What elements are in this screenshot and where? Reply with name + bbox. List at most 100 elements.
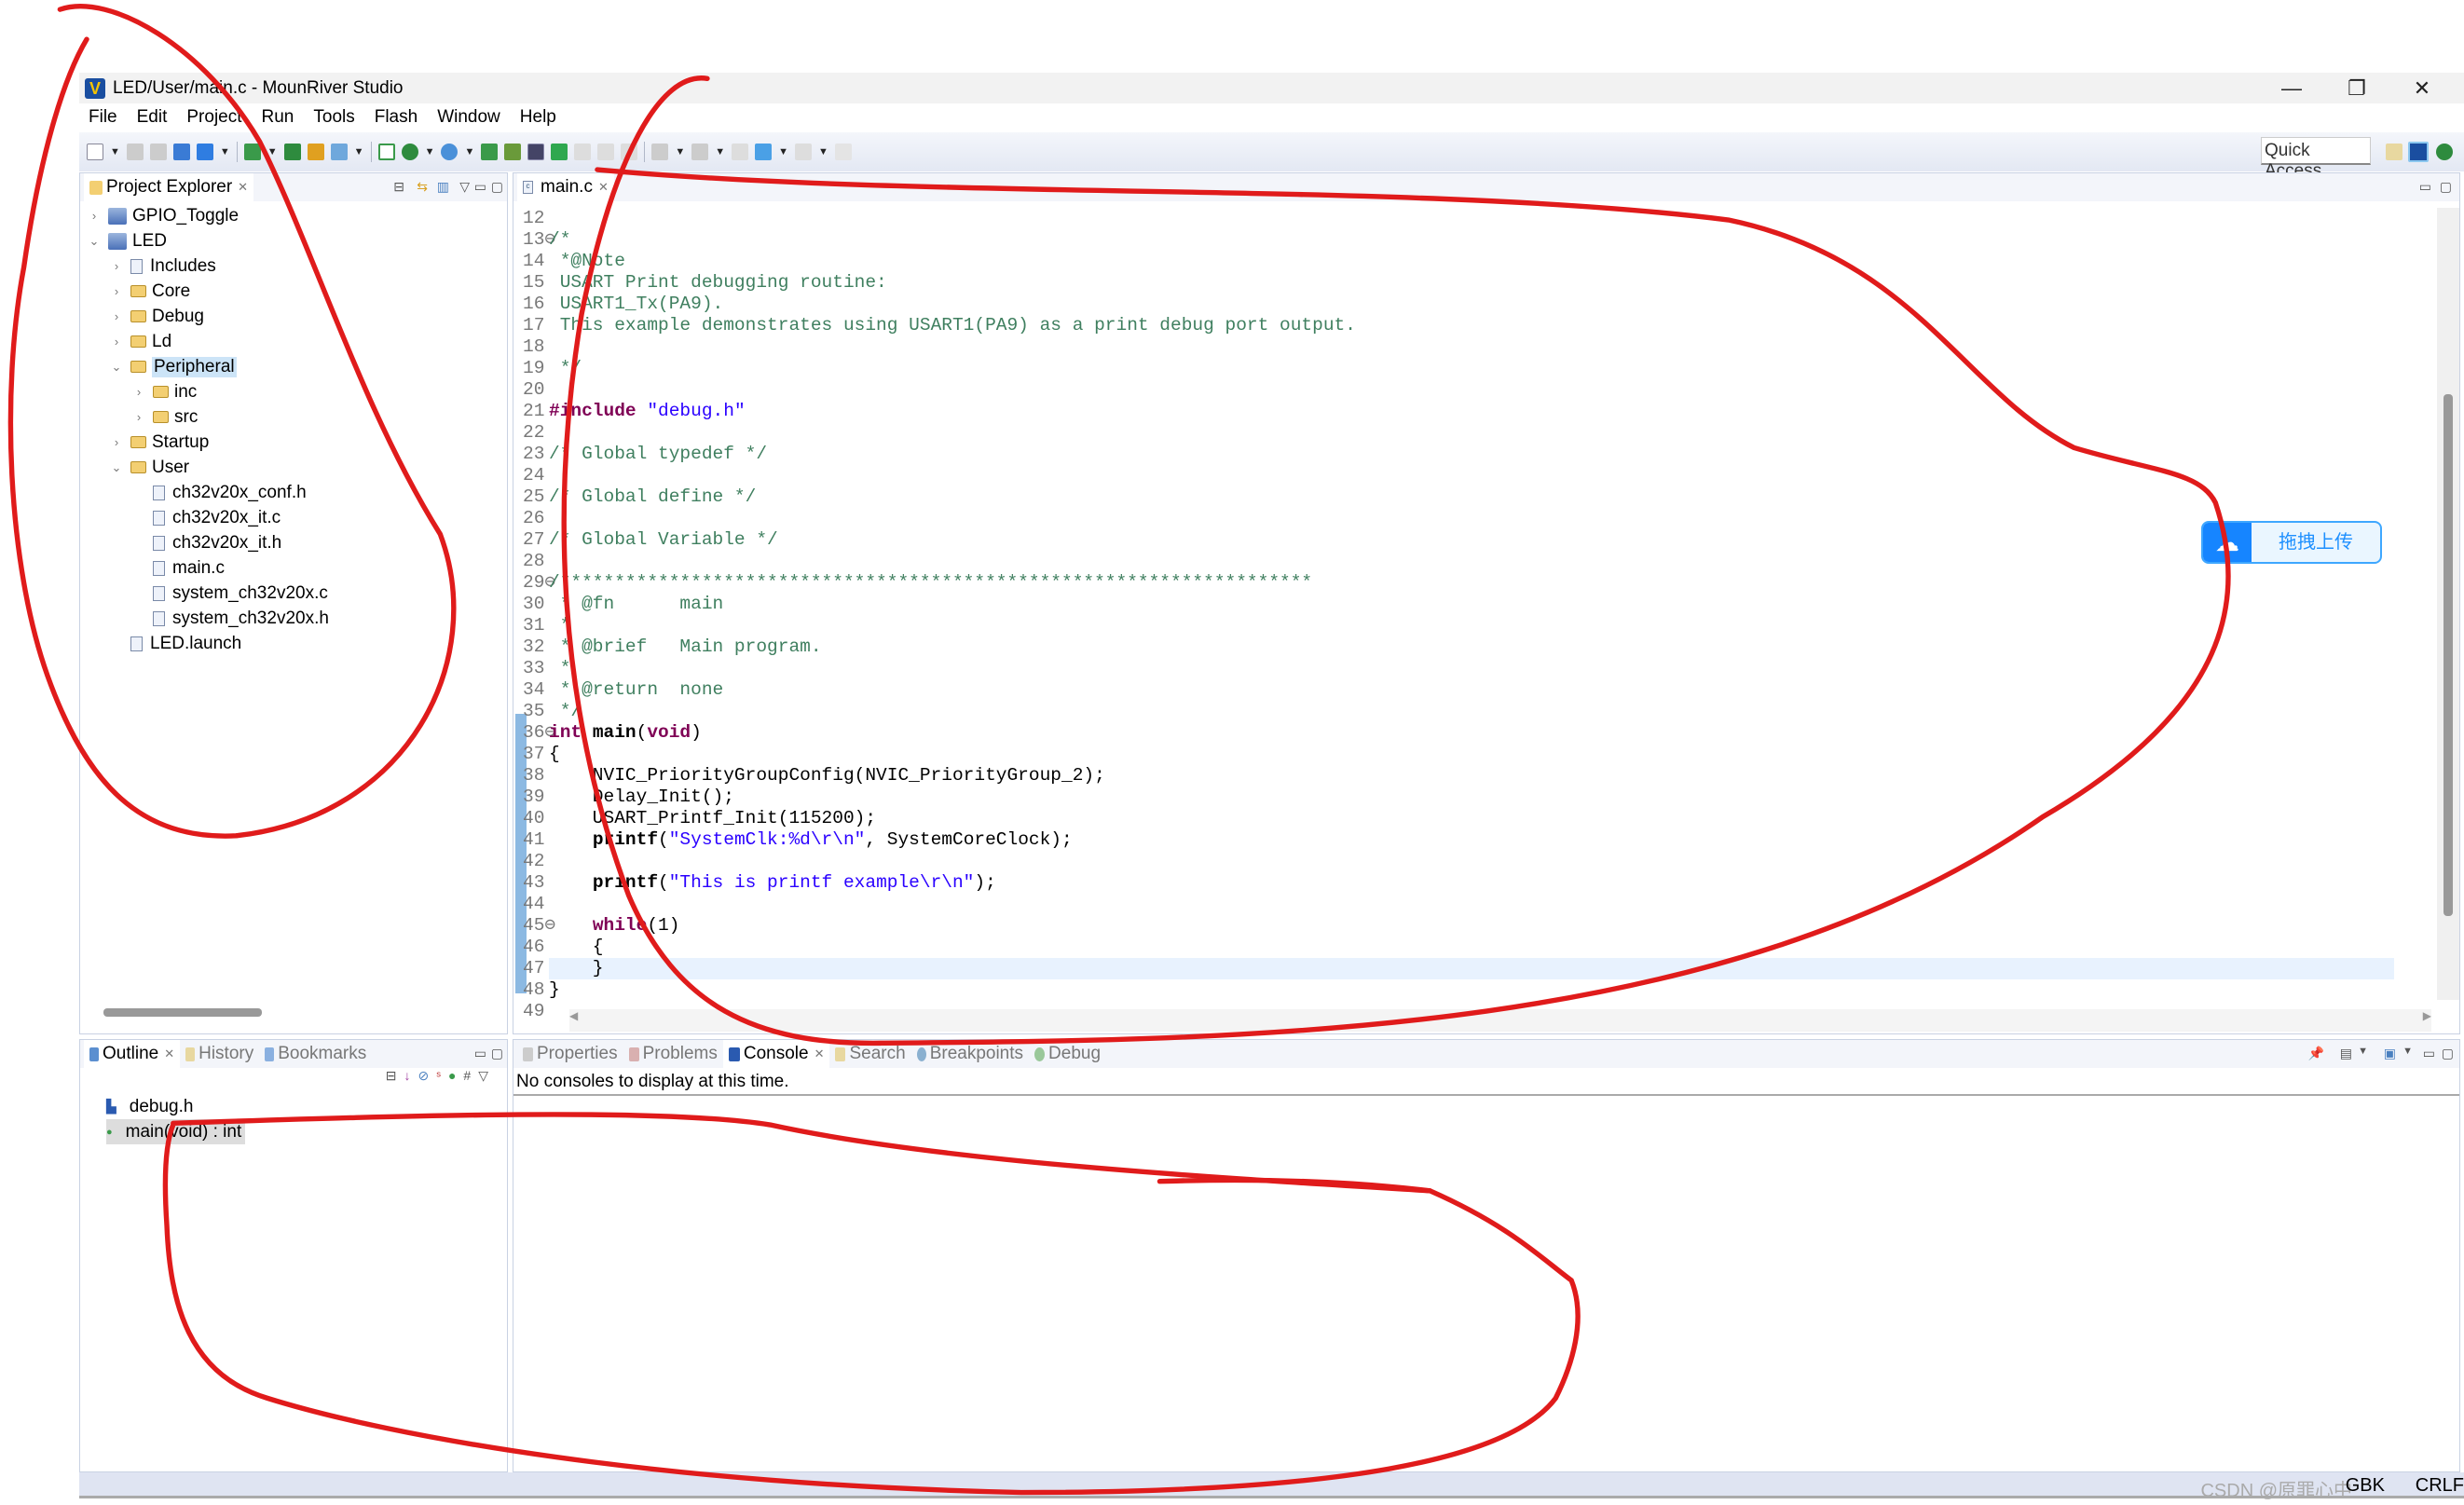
expand-chevron-icon[interactable]: ⌄ bbox=[110, 360, 123, 375]
code-line[interactable]: 22 bbox=[513, 422, 2422, 444]
tree-item[interactable]: ⌄ LED bbox=[88, 228, 167, 253]
open-console-icon[interactable]: ▣ bbox=[2384, 1046, 2396, 1061]
console-icon[interactable] bbox=[527, 144, 545, 160]
tab-search[interactable]: Search bbox=[829, 1040, 910, 1068]
code-line[interactable]: 25/* Global define */ bbox=[513, 486, 2422, 508]
code-line[interactable]: 26 bbox=[513, 508, 2422, 529]
dropdown-icon[interactable]: ▼ bbox=[778, 146, 788, 157]
back-arrow-icon[interactable] bbox=[755, 144, 773, 160]
menu-run[interactable]: Run bbox=[262, 107, 294, 128]
maximize-view-icon[interactable]: ▢ bbox=[491, 179, 503, 195]
last-edit-icon[interactable] bbox=[732, 144, 749, 160]
dropdown-icon[interactable]: ▼ bbox=[2358, 1046, 2368, 1057]
dropdown-icon[interactable]: ▼ bbox=[675, 146, 685, 157]
code-line[interactable]: 21 #include "debug.h" bbox=[513, 401, 2422, 422]
help-file-icon[interactable] bbox=[504, 144, 522, 160]
expand-chevron-icon[interactable]: › bbox=[110, 335, 123, 349]
dropdown-icon[interactable]: ▼ bbox=[110, 146, 120, 157]
code-line[interactable]: 45⊖ while(1) bbox=[513, 915, 2422, 937]
tree-item[interactable]: › Core bbox=[110, 279, 190, 304]
expand-chevron-icon[interactable]: › bbox=[132, 385, 145, 399]
menu-window[interactable]: Window bbox=[437, 107, 500, 128]
close-tab-icon[interactable]: ✕ bbox=[598, 180, 609, 195]
terminal-icon[interactable] bbox=[377, 144, 395, 160]
close-tab-icon[interactable]: ✕ bbox=[814, 1047, 825, 1061]
debug-perspective-icon[interactable] bbox=[2436, 144, 2453, 160]
tree-item[interactable]: › Startup bbox=[110, 430, 209, 455]
expand-chevron-icon[interactable]: › bbox=[88, 209, 101, 223]
code-line[interactable]: 13⊖/* bbox=[513, 229, 2422, 251]
code-line[interactable]: 34 * @return none bbox=[513, 679, 2422, 701]
code-line[interactable]: 18 bbox=[513, 336, 2422, 358]
menu-tools[interactable]: Tools bbox=[313, 107, 354, 128]
maximize-view-icon[interactable]: ▢ bbox=[2442, 1046, 2454, 1061]
step-icon[interactable] bbox=[574, 144, 592, 160]
code-line[interactable]: 29⊖/************************************… bbox=[513, 572, 2422, 594]
code-line[interactable]: 27/* Global Variable */ bbox=[513, 529, 2422, 551]
view-menu-icon[interactable]: ▽ bbox=[459, 179, 470, 195]
code-line[interactable]: 12 bbox=[513, 208, 2422, 229]
menu-help[interactable]: Help bbox=[520, 107, 556, 128]
code-line[interactable]: 20 bbox=[513, 379, 2422, 401]
view-menu-icon[interactable]: ▽ bbox=[478, 1068, 496, 1083]
expand-chevron-icon[interactable]: › bbox=[132, 410, 145, 424]
dropdown-icon[interactable]: ▼ bbox=[715, 146, 725, 157]
link-editor-icon[interactable]: ⇆ bbox=[417, 179, 428, 195]
next-annotation-icon[interactable] bbox=[691, 144, 709, 160]
import-icon[interactable] bbox=[330, 144, 348, 160]
expand-chevron-icon[interactable]: ⌄ bbox=[88, 234, 101, 249]
save-icon[interactable] bbox=[126, 144, 144, 160]
code-line[interactable]: 47 } bbox=[513, 958, 2422, 979]
tree-item[interactable]: › inc bbox=[132, 379, 197, 404]
code-line[interactable]: 40 USART_Printf_Init(115200); bbox=[513, 808, 2422, 829]
code-line[interactable]: 36⊖int main(void) bbox=[513, 722, 2422, 744]
tree-item[interactable]: LED.launch bbox=[110, 631, 241, 656]
k-icon[interactable] bbox=[551, 144, 568, 160]
dropdown-icon[interactable]: ▼ bbox=[354, 146, 364, 157]
tab-breakpoints[interactable]: Breakpoints bbox=[911, 1040, 1029, 1068]
vertical-scrollbar[interactable] bbox=[2437, 208, 2459, 1000]
tab-properties[interactable]: Properties bbox=[517, 1040, 623, 1068]
code-line[interactable]: 24 bbox=[513, 465, 2422, 486]
dropdown-icon[interactable]: ▼ bbox=[464, 146, 474, 157]
code-line[interactable]: 39 Delay_Init(); bbox=[513, 787, 2422, 808]
tree-item[interactable]: › Ld bbox=[110, 329, 171, 354]
quick-access-input[interactable]: Quick Access bbox=[2261, 137, 2371, 181]
expand-chevron-icon[interactable]: ⌄ bbox=[110, 460, 123, 475]
code-line[interactable]: 23/* Global typedef */ bbox=[513, 444, 2422, 465]
code-line[interactable]: 14 *@Note bbox=[513, 251, 2422, 272]
project-icon[interactable] bbox=[196, 144, 213, 160]
debug-bug-icon[interactable] bbox=[401, 144, 418, 160]
build-config-icon[interactable] bbox=[172, 144, 190, 160]
menu-file[interactable]: File bbox=[89, 107, 117, 128]
dropdown-icon[interactable]: ▼ bbox=[818, 146, 828, 157]
code-line[interactable]: 16 USART1_Tx(PA9). bbox=[513, 294, 2422, 315]
tab-bookmarks[interactable]: Bookmarks bbox=[259, 1040, 372, 1068]
close-tab-icon[interactable]: ✕ bbox=[164, 1047, 174, 1061]
close-tab-icon[interactable]: ✕ bbox=[238, 180, 248, 195]
save-all-icon[interactable] bbox=[149, 144, 167, 160]
build-all-icon[interactable] bbox=[283, 144, 301, 160]
hide-fields-icon[interactable]: ⊘ bbox=[418, 1068, 436, 1083]
code-line[interactable]: 30 * @fn main bbox=[513, 594, 2422, 615]
new-file-icon[interactable] bbox=[87, 144, 103, 160]
minimize-view-icon[interactable]: ▭ bbox=[474, 1046, 486, 1061]
tree-item[interactable]: ⌄ User bbox=[110, 455, 190, 480]
tree-item[interactable]: › Debug bbox=[110, 304, 204, 329]
toggle-icon[interactable] bbox=[621, 144, 638, 160]
code-line[interactable]: 44 bbox=[513, 894, 2422, 915]
code-line[interactable]: 15 USART Print debugging routine: bbox=[513, 272, 2422, 294]
tree-item[interactable]: system_ch32v20x.c bbox=[132, 581, 328, 606]
menu-project[interactable]: Project bbox=[186, 107, 241, 128]
code-line[interactable]: 48} bbox=[513, 979, 2422, 1001]
code-line[interactable]: 41 printf("SystemClk:%d\r\n", SystemCore… bbox=[513, 829, 2422, 851]
maximize-view-icon[interactable]: ▢ bbox=[2440, 179, 2452, 195]
dropdown-icon[interactable]: ▼ bbox=[267, 146, 278, 157]
search-icon[interactable] bbox=[441, 144, 459, 160]
step-over-icon[interactable] bbox=[597, 144, 615, 160]
code-line[interactable]: 17 This example demonstrates using USART… bbox=[513, 315, 2422, 336]
maximize-view-icon[interactable]: ▢ bbox=[491, 1046, 503, 1061]
tab-console[interactable]: Console ✕ bbox=[722, 1040, 830, 1068]
hide-static-icon[interactable]: ˢ bbox=[436, 1068, 448, 1083]
open-perspective-icon[interactable] bbox=[2386, 144, 2402, 160]
